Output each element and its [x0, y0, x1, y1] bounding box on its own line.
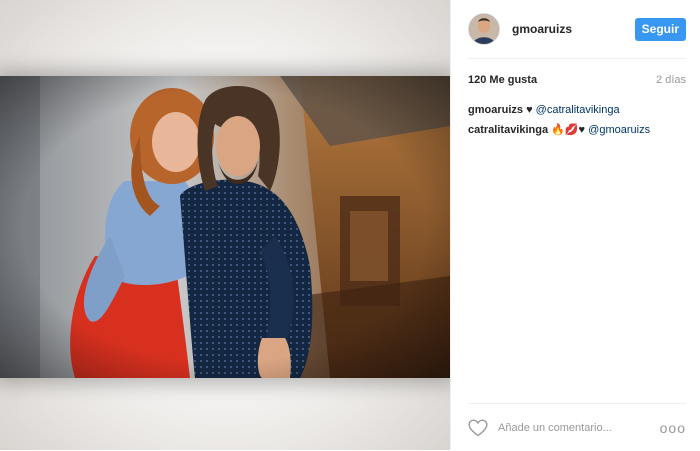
- comment-mention[interactable]: @gmoaruizs: [588, 124, 650, 136]
- couple-photo-image: [0, 76, 450, 378]
- instagram-post: gmoaruizs Seguir 120 Me gusta 2 días gmo…: [0, 0, 700, 450]
- heart-icon[interactable]: [468, 418, 488, 437]
- comment-username[interactable]: catralitavikinga: [468, 124, 548, 136]
- post-timestamp[interactable]: 2 días: [656, 74, 686, 86]
- comment-emoji: 🔥💋♥: [551, 124, 586, 136]
- follow-button[interactable]: Seguir: [634, 17, 686, 41]
- post-photo-panel: [0, 0, 450, 450]
- comment-emoji: ♥: [526, 104, 533, 116]
- avatar[interactable]: [468, 13, 500, 45]
- comment-input[interactable]: [496, 420, 660, 435]
- comment-item: catralitavikinga 🔥💋♥ @gmoaruizs: [468, 120, 686, 140]
- comments-list: gmoaruizs ♥ @catralitavikinga catralitav…: [468, 100, 686, 140]
- comment-footer: ooo: [468, 403, 686, 451]
- more-options-icon[interactable]: ooo: [660, 420, 686, 436]
- comment-mention[interactable]: @catralitavikinga: [536, 104, 620, 116]
- post-stats: 120 Me gusta 2 días: [468, 70, 686, 90]
- comment-username[interactable]: gmoaruizs: [468, 104, 523, 116]
- post-header: gmoaruizs Seguir: [468, 0, 686, 59]
- likes-count[interactable]: 120 Me gusta: [468, 74, 537, 86]
- post-side-panel: gmoaruizs Seguir 120 Me gusta 2 días gmo…: [450, 0, 700, 450]
- avatar-image: [469, 14, 499, 44]
- post-author-username[interactable]: gmoaruizs: [512, 22, 635, 36]
- post-photo[interactable]: [0, 76, 450, 378]
- comment-item: gmoaruizs ♥ @catralitavikinga: [468, 100, 686, 120]
